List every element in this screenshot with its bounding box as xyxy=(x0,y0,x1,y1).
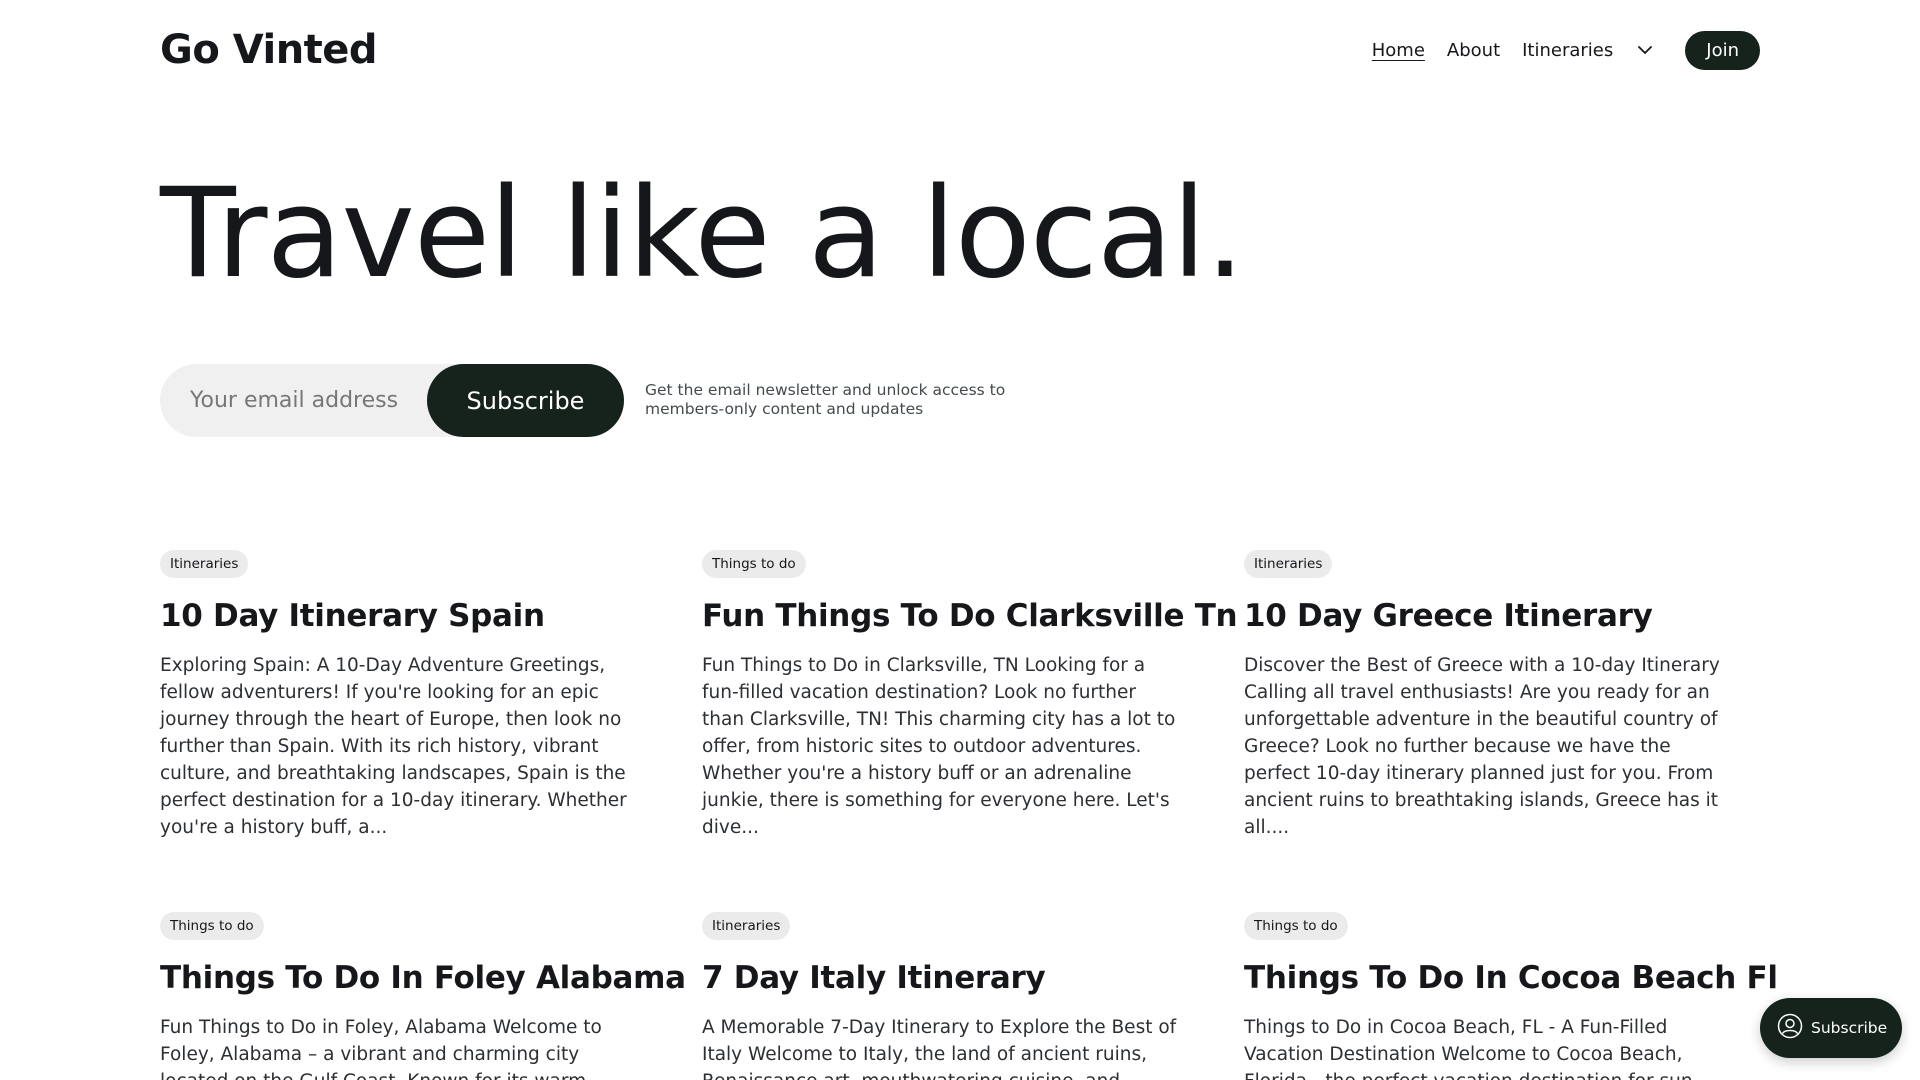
post-title[interactable]: 10 Day Itinerary Spain xyxy=(160,596,640,636)
post-title[interactable]: 7 Day Italy Itinerary xyxy=(702,958,1182,998)
hero-headline: Travel like a local. xyxy=(160,162,1245,306)
post-title[interactable]: Things To Do In Foley Alabama xyxy=(160,958,686,998)
post-card[interactable]: Things to do Things To Do In Cocoa Beach… xyxy=(1244,912,1778,1080)
join-button[interactable]: Join xyxy=(1685,30,1760,70)
main-nav: Home About Itineraries Join xyxy=(1372,30,1760,70)
site-header: Go Vinted Home About Itineraries Join xyxy=(160,22,1760,78)
post-excerpt: Fun Things to Do in Clarksville, TN Look… xyxy=(702,655,1176,838)
portal-subscribe-button[interactable]: Subscribe xyxy=(1760,998,1902,1058)
post-tag[interactable]: Itineraries xyxy=(1244,550,1333,578)
post-excerpt: Things to Do in Cocoa Beach, FL - A Fun-… xyxy=(1244,1017,1698,1080)
chevron-down-icon[interactable] xyxy=(1633,38,1657,62)
post-tag[interactable]: Itineraries xyxy=(160,550,249,578)
post-title[interactable]: Things To Do In Cocoa Beach Fl xyxy=(1244,958,1778,998)
post-excerpt: A Memorable 7-Day Itinerary to Explore t… xyxy=(702,1017,1177,1080)
site-logo[interactable]: Go Vinted xyxy=(160,27,378,73)
post-title[interactable]: Fun Things To Do Clarksville Tn xyxy=(702,596,1238,636)
post-excerpt: Exploring Spain: A 10-Day Adventure Gree… xyxy=(160,655,627,838)
post-tag[interactable]: Itineraries xyxy=(702,912,791,940)
post-tag[interactable]: Things to do xyxy=(702,550,806,578)
post-card[interactable]: Itineraries 7 Day Italy Itinerary A Memo… xyxy=(702,912,1182,1080)
post-excerpt: Fun Things to Do in Foley, Alabama Welco… xyxy=(160,1017,602,1080)
nav-itineraries-link[interactable]: Itineraries xyxy=(1522,40,1613,61)
subscribe-note: Get the email newsletter and unlock acce… xyxy=(645,381,1006,418)
nav-about-link[interactable]: About xyxy=(1447,40,1500,61)
email-input[interactable] xyxy=(160,364,460,437)
post-tag[interactable]: Things to do xyxy=(1244,912,1348,940)
post-tag[interactable]: Things to do xyxy=(160,912,264,940)
post-excerpt: Discover the Best of Greece with a 10-da… xyxy=(1244,655,1720,838)
post-title[interactable]: 10 Day Greece Itinerary xyxy=(1244,596,1724,636)
user-circle-icon xyxy=(1777,1013,1803,1044)
nav-home-link[interactable]: Home xyxy=(1372,40,1425,61)
newsletter-form: Subscribe xyxy=(160,364,624,437)
post-card[interactable]: Itineraries 10 Day Greece Itinerary Disc… xyxy=(1244,550,1724,841)
subscribe-button[interactable]: Subscribe xyxy=(427,364,624,437)
post-card[interactable]: Things to do Things To Do In Foley Alaba… xyxy=(160,912,686,1080)
portal-subscribe-label: Subscribe xyxy=(1811,1019,1888,1037)
post-card[interactable]: Things to do Fun Things To Do Clarksvill… xyxy=(702,550,1238,841)
post-card[interactable]: Itineraries 10 Day Itinerary Spain Explo… xyxy=(160,550,640,841)
